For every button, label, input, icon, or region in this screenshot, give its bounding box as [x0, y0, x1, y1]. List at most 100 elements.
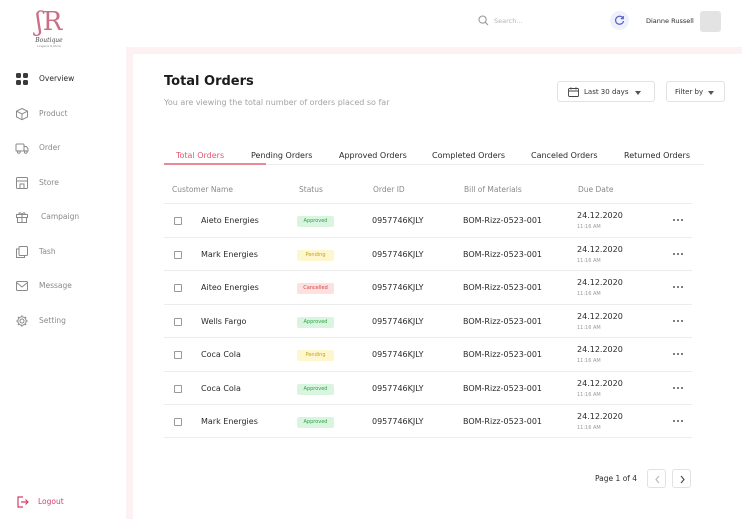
date-range-dropdown[interactable]: Last 30 days [557, 81, 655, 102]
store-icon [16, 177, 28, 189]
table-row[interactable]: Coca Cola Pending 0957746KJLY BOM-Rizz-0523… [164, 337, 692, 371]
status-badge: Approved [297, 417, 334, 428]
truck-icon [15, 143, 29, 154]
customer-name: Mark Energies [201, 417, 258, 426]
column-header-status[interactable]: Status [299, 184, 323, 195]
grid-icon [16, 73, 28, 85]
more-options-icon[interactable] [672, 248, 684, 260]
due-date: 24.12.2020 [577, 412, 623, 421]
search-input[interactable]: Search... [494, 15, 523, 27]
row-checkbox[interactable] [174, 351, 182, 359]
due-time: 11:16 AM [577, 358, 601, 364]
table-row[interactable]: Coca Cola Approved 0957746KJLY BOM-Rizz-052… [164, 370, 692, 405]
brand-logo[interactable]: ʃR Boutique Lingerie & More [28, 8, 70, 50]
filter-dropdown[interactable]: Filter by [666, 81, 725, 102]
mail-icon [16, 281, 28, 291]
filter-label: Filter by [675, 88, 704, 96]
brand-tagline: Lingerie & More [37, 44, 61, 48]
search-bar[interactable]: Search... [478, 14, 598, 28]
refresh-icon [615, 15, 625, 25]
more-options-icon[interactable] [672, 281, 684, 293]
due-time: 11:16 AM [577, 224, 601, 230]
sidebar-item-label: Product [39, 109, 68, 118]
avatar[interactable] [700, 11, 721, 32]
search-icon [478, 15, 489, 26]
sidebar-item-message[interactable]: Message [0, 276, 126, 296]
bill-of-materials: BOM-Rizz-0523-001 [463, 316, 543, 326]
bill-of-materials: BOM-Rizz-0523-001 [463, 383, 543, 393]
table-bottom-border [164, 437, 692, 438]
tab-returned-orders[interactable]: Returned Orders [624, 150, 690, 161]
order-id: 0957746KJLY [372, 283, 424, 292]
bill-of-materials: BOM-Rizz-0523-001 [463, 283, 543, 292]
customer-name: Wells Fargo [201, 316, 247, 326]
user-name[interactable]: Dianne Russell [646, 16, 694, 26]
sidebar-item-tash[interactable]: Tash [0, 242, 126, 262]
due-date: 24.12.2020 [577, 244, 623, 254]
next-page-button[interactable] [672, 469, 691, 488]
customer-name: Coca Cola [201, 350, 241, 359]
tab-canceled-orders[interactable]: Canceled Orders [531, 150, 598, 161]
customer-name: Coca Cola [201, 383, 241, 393]
table-row[interactable]: Wells Fargo Approved 0957746KJLY BOM-Rizz-0… [164, 303, 692, 338]
more-options-icon[interactable] [672, 348, 684, 360]
more-options-icon[interactable] [672, 315, 684, 327]
bill-of-materials: BOM-Rizz-0523-001 [463, 350, 543, 359]
sidebar-item-setting[interactable]: Setting [0, 311, 126, 331]
chevron-right-icon [680, 475, 685, 484]
row-checkbox[interactable] [174, 317, 182, 326]
due-date: 24.12.2020 [577, 311, 623, 321]
sidebar-item-store[interactable]: Store [0, 173, 126, 193]
table-row[interactable]: Mark Energies Pending 0957746KJLY BOM-Rizz-… [164, 236, 692, 271]
due-date: 24.12.2020 [577, 345, 623, 354]
page-title: Total Orders [164, 74, 254, 89]
tab-approved-orders[interactable]: Approved Orders [339, 150, 407, 161]
prev-page-button[interactable] [647, 469, 666, 488]
due-time: 11:16 AM [577, 291, 601, 297]
sidebar-item-label: Tash [39, 247, 56, 256]
sidebar-item-overview[interactable]: Overview [0, 69, 126, 89]
tab-pending-orders[interactable]: Pending Orders [251, 150, 312, 161]
more-options-icon[interactable] [672, 382, 684, 394]
row-checkbox[interactable] [174, 217, 182, 225]
sidebar-item-campaign[interactable]: Campaign [0, 207, 126, 227]
column-header-due-date[interactable]: Due Date [578, 184, 613, 195]
due-date: 24.12.2020 [577, 211, 623, 220]
customer-name: Mark Energies [201, 249, 258, 259]
notification-button[interactable] [610, 11, 629, 30]
gift-icon [16, 212, 28, 223]
sidebar-item-label: Overview [39, 74, 75, 83]
sidebar: ʃR Boutique Lingerie & More Overview Pro… [0, 0, 126, 519]
customer-name: Aieto Energies [201, 216, 259, 225]
table-row[interactable]: Aieto Energies Approved 0957746KJLY BOM-Riz… [164, 203, 692, 237]
bill-of-materials: BOM-Rizz-0523-001 [463, 417, 543, 426]
sidebar-item-label: Campaign [41, 212, 80, 221]
column-header-bom[interactable]: Bill of Materials [464, 184, 522, 195]
row-checkbox[interactable] [174, 384, 182, 393]
due-date: 24.12.2020 [577, 378, 623, 388]
row-checkbox[interactable] [174, 284, 182, 292]
tab-completed-orders[interactable]: Completed Orders [432, 150, 505, 161]
status-badge: Cancelled [297, 283, 334, 294]
sidebar-item-label: Setting [39, 316, 66, 325]
status-badge: Pending [297, 350, 334, 361]
due-time: 11:16 AM [577, 391, 601, 398]
sidebar-item-order[interactable]: Order [0, 138, 126, 158]
order-id: 0957746KJLY [372, 417, 424, 426]
table-row[interactable]: Aiteo Energies Cancelled 0957746KJLY BOM-Ri… [164, 270, 692, 304]
column-header-order-id[interactable]: Order ID [373, 184, 405, 195]
status-badge: Approved [297, 316, 334, 328]
active-tab-indicator [164, 163, 266, 165]
column-header-customer[interactable]: Customer Name [172, 184, 233, 195]
more-options-icon[interactable] [672, 214, 684, 226]
table-row[interactable]: Mark Energies Approved 0957746KJLY BOM-Rizz… [164, 404, 692, 438]
row-checkbox[interactable] [174, 418, 182, 426]
tab-total-orders[interactable]: Total Orders [176, 150, 224, 161]
sidebar-item-product[interactable]: Product [0, 104, 126, 124]
more-options-icon[interactable] [672, 415, 684, 427]
bill-of-materials: BOM-Rizz-0523-001 [463, 249, 543, 259]
row-checkbox[interactable] [174, 250, 182, 259]
logo-monogram-icon: ʃR [35, 7, 63, 37]
sidebar-item-label: Order [39, 143, 61, 152]
logout-button[interactable]: Logout [0, 492, 126, 512]
